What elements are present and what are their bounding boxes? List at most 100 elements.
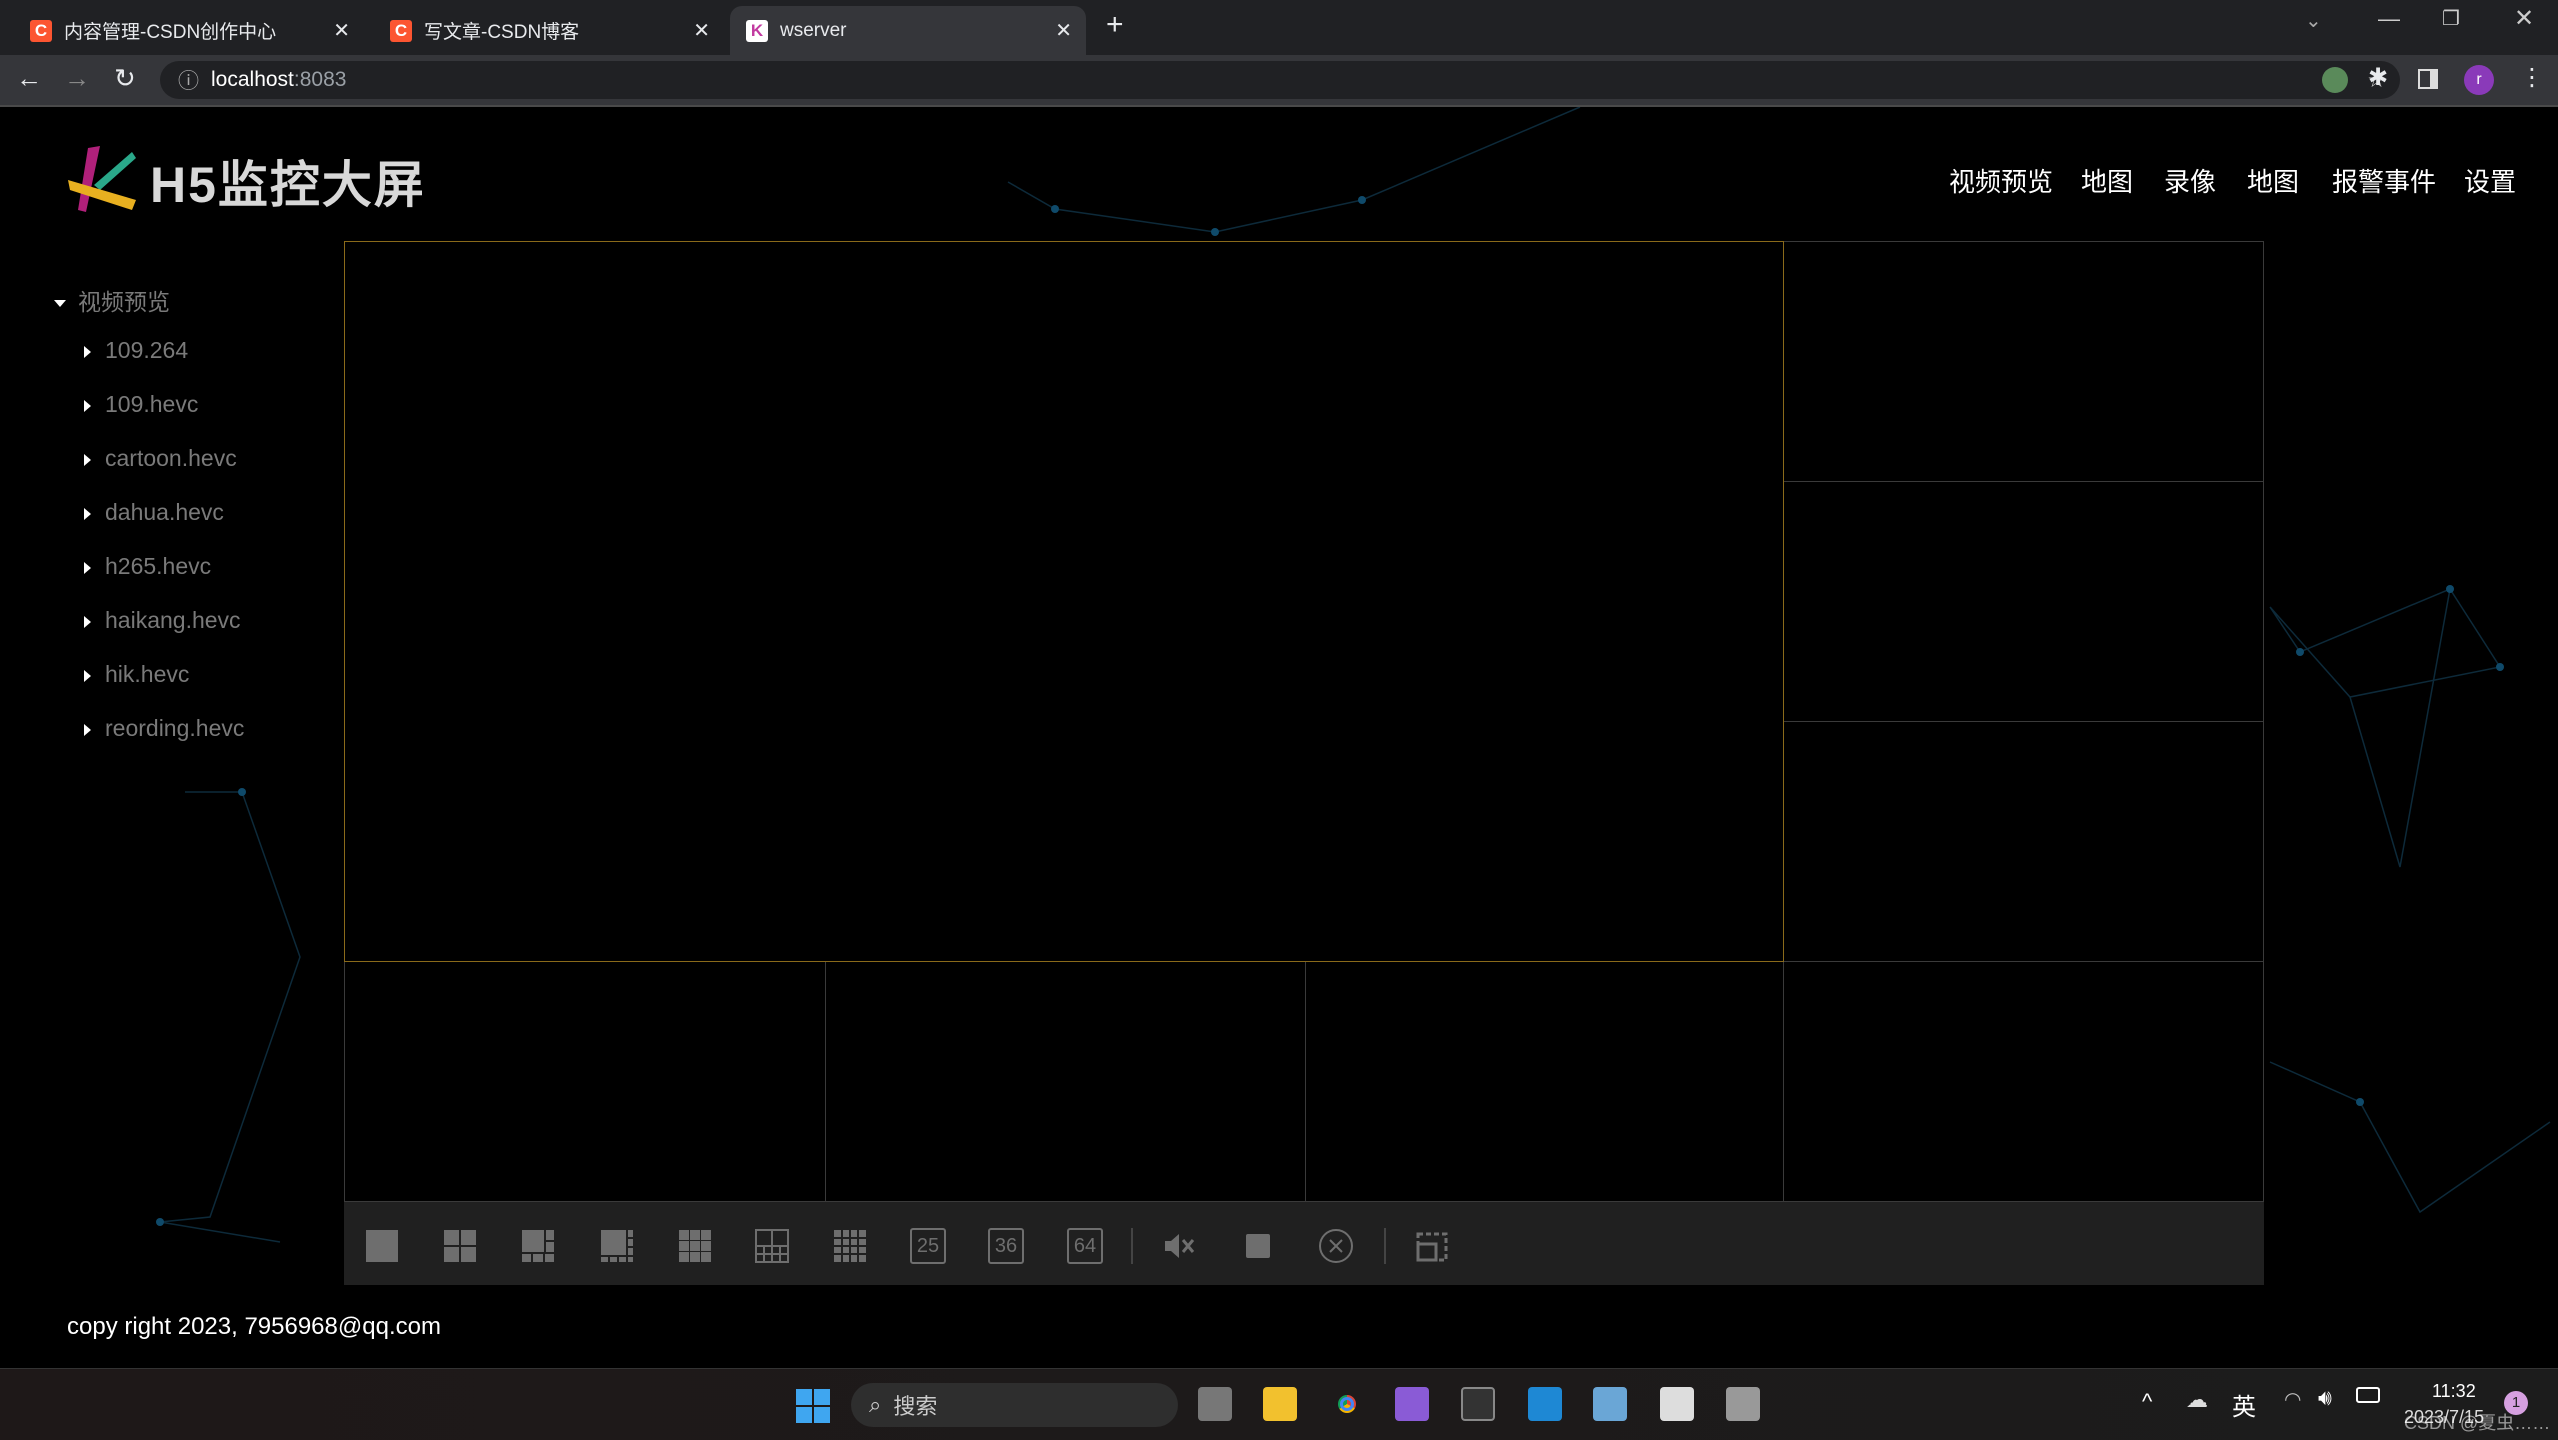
vscode-icon[interactable] bbox=[1528, 1387, 1562, 1421]
caret-right-icon bbox=[84, 345, 91, 358]
layout-6-icon[interactable] bbox=[520, 1228, 556, 1264]
toolbar-divider bbox=[1384, 1228, 1386, 1264]
video-toolbar: 25 36 64 bbox=[344, 1202, 2264, 1285]
terminal-icon[interactable] bbox=[1461, 1387, 1495, 1421]
layout-4-icon[interactable] bbox=[442, 1228, 478, 1264]
profile-avatar[interactable]: r bbox=[2464, 65, 2494, 95]
side-panel-icon[interactable] bbox=[2418, 69, 2438, 89]
info-icon: ⓘ bbox=[178, 70, 199, 93]
url-field[interactable]: ⓘlocalhost:8083 ⇪☆ bbox=[160, 61, 2400, 99]
layout-9-icon[interactable] bbox=[677, 1228, 713, 1264]
k-logo-icon: K bbox=[746, 19, 768, 42]
csdn-icon: C bbox=[30, 19, 52, 42]
video-cell[interactable] bbox=[1783, 721, 2264, 962]
restore-button[interactable]: ❐ bbox=[2442, 6, 2460, 31]
clock-time[interactable]: 11:32 bbox=[2432, 1381, 2476, 1402]
layout-8-icon[interactable] bbox=[599, 1228, 635, 1264]
windows-taskbar: ⌕ 搜索 ^ ☁ 英 ◠ 🔊︎ 11:32 2023/7/15 CSDN @夏虫…… bbox=[0, 1368, 2558, 1440]
layout-25-icon[interactable]: 25 bbox=[910, 1228, 946, 1264]
layout-64-icon[interactable]: 64 bbox=[1067, 1228, 1103, 1264]
csdn-icon: C bbox=[390, 19, 412, 42]
windows-start-icon[interactable] bbox=[796, 1389, 830, 1423]
caret-right-icon bbox=[84, 507, 91, 520]
caret-right-icon bbox=[84, 453, 91, 466]
video-cell[interactable] bbox=[344, 961, 826, 1202]
csdn-watermark: CSDN @夏虫…… bbox=[2404, 1413, 2551, 1433]
onedrive-icon[interactable]: ☁ bbox=[2186, 1387, 2208, 1413]
menu-kebab-icon[interactable]: ⋮ bbox=[2520, 63, 2544, 92]
close-tab-icon[interactable]: ✕ bbox=[333, 18, 350, 43]
tree-root[interactable]: 视频预览 bbox=[54, 283, 170, 317]
volume-icon[interactable]: 🔊︎ bbox=[2318, 1385, 2332, 1411]
toolbar-divider bbox=[1131, 1228, 1133, 1264]
sidebar-file-item[interactable]: 109.hevc bbox=[84, 391, 198, 418]
app-icon-2[interactable] bbox=[1726, 1387, 1760, 1421]
layout-16-icon[interactable] bbox=[832, 1228, 868, 1264]
show-hidden-icons[interactable]: ^ bbox=[2142, 1389, 2152, 1415]
wifi-icon[interactable]: ◠ bbox=[2284, 1387, 2301, 1412]
caret-right-icon bbox=[84, 615, 91, 628]
video-cell[interactable] bbox=[1783, 481, 2264, 722]
video-cell-main-selected[interactable] bbox=[344, 241, 1784, 962]
k-logo-icon bbox=[66, 140, 140, 216]
file-explorer-icon[interactable] bbox=[1263, 1387, 1297, 1421]
nav-map-2[interactable]: 地图 bbox=[2247, 162, 2299, 199]
browser-tab-bar: C 内容管理-CSDN创作中心 ✕ C 写文章-CSDN博客 ✕ Kwserver ✕ +… bbox=[0, 0, 2558, 55]
nav-settings[interactable]: 设置 bbox=[2464, 162, 2516, 199]
nav-video-preview[interactable]: 视频预览 bbox=[1949, 162, 2053, 199]
task-view-icon[interactable] bbox=[1198, 1387, 1232, 1421]
ime-indicator[interactable]: 英 bbox=[2232, 1387, 2256, 1422]
nav-map[interactable]: 地图 bbox=[2081, 162, 2133, 199]
back-icon[interactable]: ← bbox=[16, 63, 42, 94]
sidebar-file-item[interactable]: h265.hevc bbox=[84, 553, 211, 580]
video-cell[interactable] bbox=[825, 961, 1306, 1202]
visual-studio-icon[interactable] bbox=[1395, 1387, 1429, 1421]
layout-36-icon[interactable]: 36 bbox=[988, 1228, 1024, 1264]
stop-icon[interactable] bbox=[1240, 1228, 1276, 1264]
nav-alarm-events[interactable]: 报警事件 bbox=[2332, 162, 2436, 199]
extension-icon[interactable] bbox=[2322, 67, 2348, 93]
extensions-puzzle-icon[interactable]: ✱ bbox=[2368, 63, 2388, 92]
close-all-icon[interactable] bbox=[1318, 1228, 1354, 1264]
caret-right-icon bbox=[84, 723, 91, 736]
address-bar-row: ← → ↻ ⓘlocalhost:8083 ⇪☆ ✱ r ⋮ bbox=[0, 55, 2558, 107]
new-tab-button[interactable]: + bbox=[1106, 8, 1124, 42]
app-icon[interactable] bbox=[1660, 1387, 1694, 1421]
taskbar-search[interactable]: ⌕ 搜索 bbox=[851, 1383, 1178, 1427]
sidebar-file-item[interactable]: cartoon.hevc bbox=[84, 445, 237, 472]
sidebar-file-item[interactable]: 109.264 bbox=[84, 337, 188, 364]
video-cell[interactable] bbox=[1305, 961, 1784, 1202]
chrome-icon[interactable] bbox=[1330, 1387, 1364, 1421]
browser-tab-active[interactable]: Kwserver ✕ bbox=[730, 6, 1086, 55]
close-tab-icon[interactable]: ✕ bbox=[1055, 18, 1072, 43]
browser-tab[interactable]: C 内容管理-CSDN创作中心 ✕ bbox=[14, 6, 364, 55]
battery-icon[interactable] bbox=[2356, 1387, 2380, 1403]
layout-1-icon[interactable] bbox=[364, 1228, 400, 1264]
caret-right-icon bbox=[84, 669, 91, 682]
tab-search-icon[interactable]: ⌄ bbox=[2305, 8, 2322, 33]
sidebar-tree: 视频预览 bbox=[54, 283, 170, 317]
sidebar-file-item[interactable]: dahua.hevc bbox=[84, 499, 224, 526]
search-icon: ⌕ bbox=[869, 1392, 882, 1417]
notification-badge[interactable]: 1 bbox=[2504, 1391, 2528, 1415]
layout-13-icon[interactable] bbox=[754, 1228, 790, 1264]
forward-icon[interactable]: → bbox=[64, 63, 90, 94]
close-window-button[interactable]: ✕ bbox=[2514, 4, 2534, 33]
reload-icon[interactable]: ↻ bbox=[114, 63, 136, 94]
sidebar-file-item[interactable]: hik.hevc bbox=[84, 661, 189, 688]
caret-down-icon bbox=[54, 300, 66, 308]
nav-recording[interactable]: 录像 bbox=[2164, 162, 2216, 199]
caret-right-icon bbox=[84, 399, 91, 412]
browser-tab[interactable]: C 写文章-CSDN博客 ✕ bbox=[374, 6, 724, 55]
footer-copyright: copy right 2023, 7956968@qq.com bbox=[67, 1313, 441, 1340]
performance-monitor-icon[interactable] bbox=[1593, 1387, 1627, 1421]
caret-right-icon bbox=[84, 561, 91, 574]
fullscreen-icon[interactable] bbox=[1414, 1228, 1450, 1264]
minimize-button[interactable]: — bbox=[2378, 6, 2400, 32]
mute-icon[interactable] bbox=[1161, 1228, 1197, 1264]
sidebar-file-item[interactable]: haikang.hevc bbox=[84, 607, 241, 634]
video-cell[interactable] bbox=[1783, 241, 2264, 482]
sidebar-file-item[interactable]: reording.hevc bbox=[84, 715, 244, 742]
video-cell[interactable] bbox=[1783, 961, 2264, 1202]
close-tab-icon[interactable]: ✕ bbox=[693, 18, 710, 43]
